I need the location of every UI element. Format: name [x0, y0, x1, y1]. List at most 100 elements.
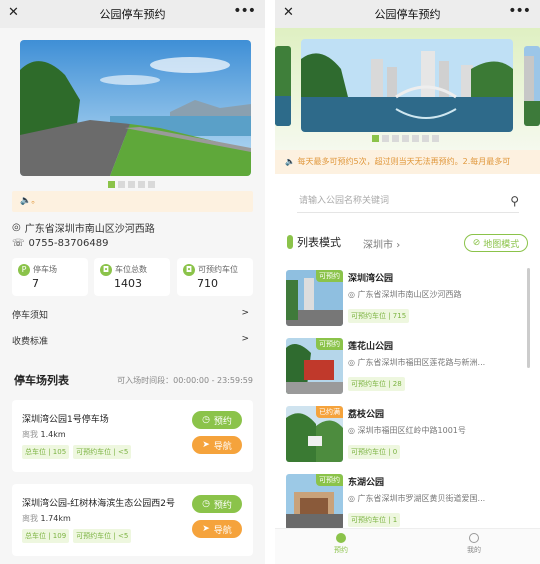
bottom-tab-bar: 预约 我的	[275, 528, 540, 564]
stat-label: 停车场	[33, 265, 57, 274]
user-icon	[469, 533, 479, 543]
location-icon: ◎	[348, 426, 355, 435]
city-selector[interactable]: 深圳市 ›	[363, 236, 400, 251]
chevron-right-icon: ›	[396, 240, 401, 251]
navigate-icon: ➤	[202, 524, 210, 534]
stat-label: 车位总数	[115, 265, 147, 274]
more-icon[interactable]: •••	[508, 3, 531, 19]
status-badge: 可预约	[316, 270, 343, 282]
search-input[interactable]: 请输入公园名称关键词 ⚲	[297, 189, 519, 213]
notice-bar: 🔈。	[12, 191, 253, 212]
banner-carousel[interactable]	[301, 39, 513, 132]
speaker-icon: 🔈	[20, 196, 32, 206]
park-list-screen: ✕ 公园停车预约 ••• 🔈 每天最多可预约5次，超过则当天无法再预约。2.每月…	[275, 0, 540, 564]
lot-distance: 离我 1.74km	[22, 514, 71, 523]
stat-value: 7	[32, 277, 39, 290]
bookable-spaces-tag: 可预约车位 | <5	[73, 445, 132, 459]
location-icon: ◎	[348, 494, 355, 503]
bookable-spaces-tag: 可预约车位 | 715	[348, 309, 410, 323]
tab-mine[interactable]: 我的	[454, 533, 494, 555]
scrollbar[interactable]	[527, 268, 530, 368]
more-icon[interactable]: •••	[233, 3, 256, 19]
stat-label: 可预约车位	[198, 265, 238, 274]
carousel-dot-active[interactable]	[372, 135, 379, 142]
park-list-item[interactable]: 可预约 东湖公园 ◎ 广东省深圳市罗湖区黄贝街道爱国... 可预约车位 | 1	[286, 474, 524, 534]
status-badge: 可预约	[316, 338, 343, 350]
status-badge: 已约满	[316, 406, 343, 418]
navigate-icon: ➤	[202, 440, 210, 450]
carousel-dot[interactable]	[412, 135, 419, 142]
park-list-item[interactable]: 可预约 莲花山公园 ◎ 广东省深圳市福田区莲花路与新洲... 可预约车位 | 2…	[286, 338, 524, 398]
search-icon[interactable]: ⚲	[510, 189, 519, 213]
carousel-prev-image[interactable]	[275, 46, 291, 126]
phone-icon: ☏	[12, 238, 25, 249]
link-label: 停车须知	[12, 311, 49, 321]
park-list-item[interactable]: 已约满 荔枝公园 ◎ 深圳市福田区红岭中路1001号 可预约车位 | 0	[286, 406, 524, 466]
park-thumbnail: 可预约	[286, 474, 343, 530]
carousel-indicator	[108, 181, 155, 188]
notice-text: 。	[31, 196, 41, 206]
close-icon[interactable]: ✕	[8, 5, 19, 20]
map-icon: ⊘	[472, 238, 481, 248]
parking-lot-card[interactable]: 深圳湾公园-红树林海滨生态公园西2号 离我 1.74km 总车位 | 109 可…	[12, 484, 253, 556]
total-spaces-tag: 总车位 | 109	[22, 529, 70, 543]
park-address: ◎ 广东省深圳市罗湖区黄贝街道爱国...	[348, 494, 486, 503]
park-photo	[20, 40, 251, 176]
close-icon[interactable]: ✕	[283, 5, 294, 20]
park-address: ◎ 广东省深圳市南山区沙河西路	[348, 290, 462, 299]
stat-value: 710	[197, 277, 218, 290]
total-spaces-tag: 总车位 | 105	[22, 445, 70, 459]
carousel-dot[interactable]	[392, 135, 399, 142]
link-label: 收费标准	[12, 337, 49, 347]
carousel-dot[interactable]	[432, 135, 439, 142]
book-button[interactable]: ◷ 预约	[192, 495, 242, 513]
park-address: ◎ 深圳市福田区红岭中路1001号	[348, 426, 466, 435]
bookable-spaces-tag: 可预约车位 | 1	[348, 513, 401, 527]
fee-standard-link[interactable]: 收费标准 >	[12, 334, 249, 347]
carousel-dot[interactable]	[422, 135, 429, 142]
carousel-dot[interactable]	[118, 181, 125, 188]
nav-bar: ✕ 公园停车预约 •••	[0, 0, 265, 28]
location-icon: ◎	[348, 358, 355, 367]
navigate-button[interactable]: ➤ 导航	[192, 520, 242, 538]
park-name: 东湖公园	[348, 478, 385, 488]
phone-text: 0755-83706489	[28, 238, 109, 249]
phone-row[interactable]: ☏ 0755-83706489	[12, 238, 108, 249]
map-mode-button[interactable]: ⊘ 地图模式	[464, 234, 528, 252]
carousel-dot-active[interactable]	[108, 181, 115, 188]
carousel-next-image[interactable]	[524, 46, 540, 126]
park-name: 莲花山公园	[348, 342, 394, 352]
chevron-right-icon: >	[241, 334, 249, 344]
parking-lot-card[interactable]: 深圳湾公园1号停车场 离我 1.4km 总车位 | 105 可预约车位 | <5…	[12, 400, 253, 472]
speaker-icon: 🔈	[285, 157, 295, 166]
book-button[interactable]: ◷ 预约	[192, 411, 242, 429]
parking-icon: P	[18, 264, 30, 276]
stat-card-bookable-spaces: ◘ 可预约车位 710	[177, 258, 253, 296]
park-thumbnail: 可预约	[286, 338, 343, 394]
carousel-indicator	[372, 135, 439, 142]
carousel-dot[interactable]	[382, 135, 389, 142]
address-text: 广东省深圳市南山区沙河西路	[24, 224, 155, 235]
carousel-dot[interactable]	[148, 181, 155, 188]
accent-bar	[287, 235, 293, 249]
carousel-dot[interactable]	[128, 181, 135, 188]
carousel-dot[interactable]	[138, 181, 145, 188]
park-list-item[interactable]: 可预约 深圳湾公园 ◎ 广东省深圳市南山区沙河西路 可预约车位 | 715	[286, 270, 524, 330]
clock-icon: ◷	[202, 499, 210, 509]
park-detail-screen: ✕ 公园停车预约 ••• 🔈。 ◎ 广东省深圳市南山区沙河西路 ☏ 0755-8…	[0, 0, 265, 564]
navigate-button[interactable]: ➤ 导航	[192, 436, 242, 454]
status-badge: 可预约	[316, 474, 343, 486]
location-icon: ◎	[12, 222, 21, 233]
tab-booking[interactable]: 预约	[321, 533, 361, 555]
stat-card-parking-lots: P 停车场 7	[12, 258, 88, 296]
carousel-dot[interactable]	[402, 135, 409, 142]
parking-notice-link[interactable]: 停车须知 >	[12, 308, 249, 321]
chevron-right-icon: >	[241, 308, 249, 318]
park-address: ◎ 广东省深圳市福田区莲花路与新洲...	[348, 358, 486, 367]
page-title: 公园停车预约	[99, 8, 166, 21]
park-name: 荔枝公园	[348, 410, 385, 420]
booking-icon	[336, 533, 346, 543]
bookable-spaces-tag: 可预约车位 | 28	[348, 377, 405, 391]
panel-divider	[265, 0, 275, 564]
list-mode-title: 列表模式	[287, 234, 341, 250]
